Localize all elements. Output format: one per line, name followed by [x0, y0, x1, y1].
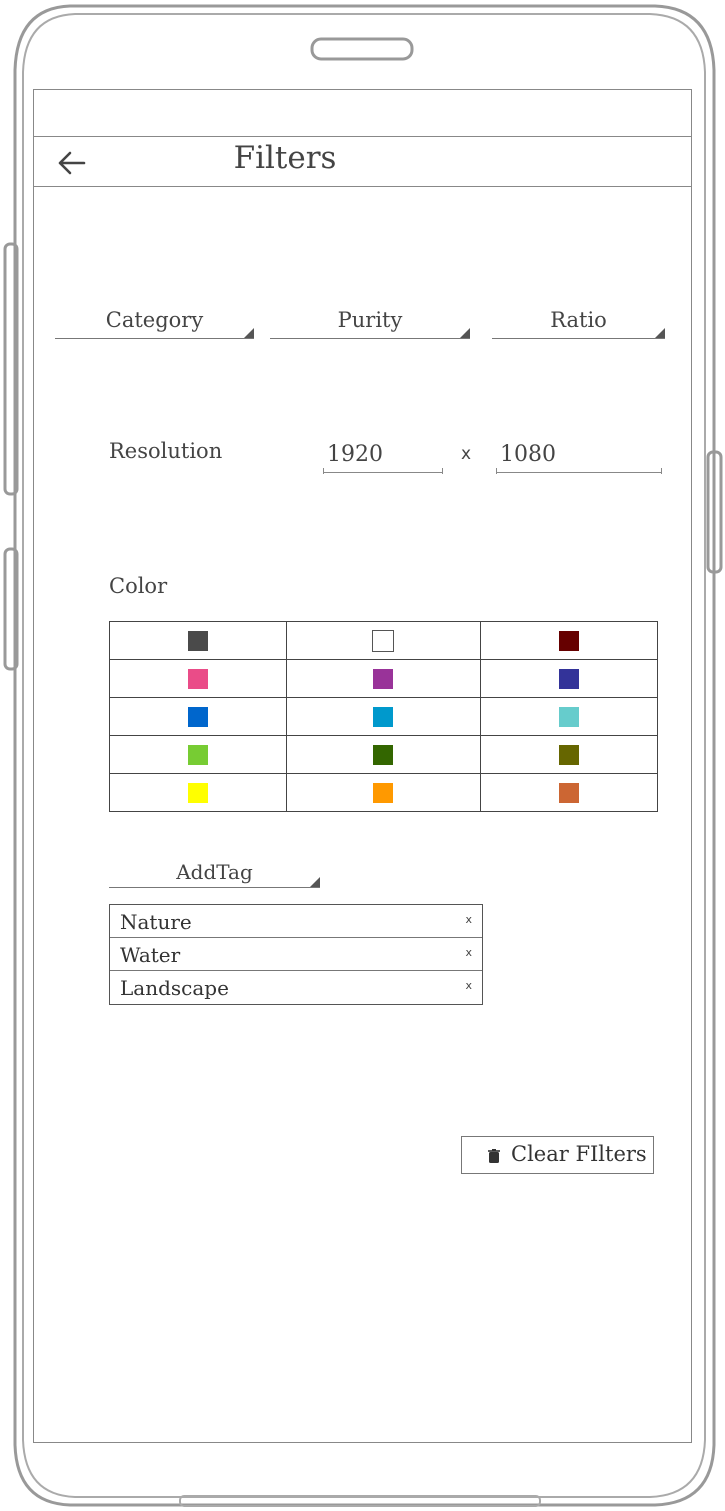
input-corner: [496, 468, 497, 474]
color-row: [108, 659, 659, 698]
tag-label: Nature: [120, 910, 192, 934]
color-swatch[interactable]: [558, 630, 579, 651]
color-row: [108, 735, 659, 774]
color-swatch[interactable]: [188, 782, 209, 803]
tag-label: Landscape: [120, 976, 229, 1000]
add-tag-label: AddTag: [176, 860, 253, 884]
resolution-label: Resolution: [109, 439, 223, 463]
remove-tag-icon[interactable]: x: [465, 946, 472, 959]
input-corner: [323, 468, 324, 474]
page-title: Filters: [233, 140, 337, 176]
color-row: [108, 621, 659, 660]
dropdown-arrow-icon: [310, 877, 320, 887]
color-cell[interactable]: [286, 621, 481, 660]
dropdown-arrow-icon: [655, 328, 665, 338]
color-swatch[interactable]: [188, 744, 209, 765]
color-row: [108, 697, 659, 736]
color-cell[interactable]: [479, 659, 659, 698]
color-cell[interactable]: [286, 735, 481, 774]
purity-dropdown-label: Purity: [337, 308, 403, 332]
remove-tag-icon[interactable]: x: [465, 979, 472, 992]
trash-icon: [488, 1149, 500, 1163]
resolution-width-input[interactable]: [323, 437, 443, 473]
color-cell[interactable]: [479, 773, 659, 812]
resolution-separator: x: [461, 444, 472, 464]
color-swatch[interactable]: [188, 668, 209, 689]
color-swatch[interactable]: [558, 744, 579, 765]
color-swatch[interactable]: [373, 782, 394, 803]
ratio-dropdown[interactable]: Ratio: [492, 300, 665, 340]
color-cell[interactable]: [286, 697, 481, 736]
color-cell[interactable]: [108, 773, 288, 812]
input-corner: [442, 468, 443, 474]
input-corner: [661, 468, 662, 474]
color-swatch[interactable]: [188, 706, 209, 727]
color-grid: [108, 621, 659, 812]
category-dropdown-underline: [55, 338, 254, 339]
remove-tag-icon[interactable]: x: [465, 913, 472, 926]
color-cell[interactable]: [286, 659, 481, 698]
color-cell[interactable]: [479, 735, 659, 774]
color-cell[interactable]: [479, 697, 659, 736]
back-arrow-icon[interactable]: [56, 147, 88, 179]
resolution-height-input[interactable]: [496, 437, 662, 473]
color-swatch[interactable]: [373, 744, 394, 765]
tag-item: Nature x: [110, 905, 482, 938]
tag-list: Nature x Water x Landscape x: [109, 904, 483, 1005]
tag-label: Water: [120, 943, 181, 967]
color-swatch[interactable]: [188, 630, 209, 651]
color-swatch[interactable]: [558, 706, 579, 727]
dropdown-arrow-icon: [460, 328, 470, 338]
add-tag-underline: [109, 887, 320, 888]
clear-filters-button[interactable]: Clear FIlters: [461, 1136, 654, 1174]
color-cell[interactable]: [479, 621, 659, 660]
color-swatch[interactable]: [373, 668, 394, 689]
ratio-dropdown-label: Ratio: [550, 308, 607, 332]
purity-dropdown[interactable]: Purity: [270, 300, 470, 340]
purity-dropdown-underline: [270, 338, 470, 339]
color-cell[interactable]: [108, 659, 288, 698]
color-label: Color: [109, 574, 168, 598]
category-dropdown[interactable]: Category: [55, 300, 254, 340]
dropdown-arrow-icon: [244, 328, 254, 338]
color-row: [108, 773, 659, 812]
tag-item: Water x: [110, 938, 482, 971]
color-cell[interactable]: [108, 735, 288, 774]
color-cell[interactable]: [286, 773, 481, 812]
tag-item: Landscape x: [110, 971, 482, 1004]
category-dropdown-label: Category: [105, 308, 204, 332]
color-swatch[interactable]: [558, 668, 579, 689]
color-swatch[interactable]: [558, 782, 579, 803]
add-tag-dropdown[interactable]: AddTag: [109, 855, 320, 889]
clear-filters-label: Clear FIlters: [511, 1142, 647, 1166]
color-cell[interactable]: [108, 621, 288, 660]
color-swatch[interactable]: [373, 706, 394, 727]
color-swatch[interactable]: [372, 629, 395, 652]
color-cell[interactable]: [108, 697, 288, 736]
ratio-dropdown-underline: [492, 338, 665, 339]
